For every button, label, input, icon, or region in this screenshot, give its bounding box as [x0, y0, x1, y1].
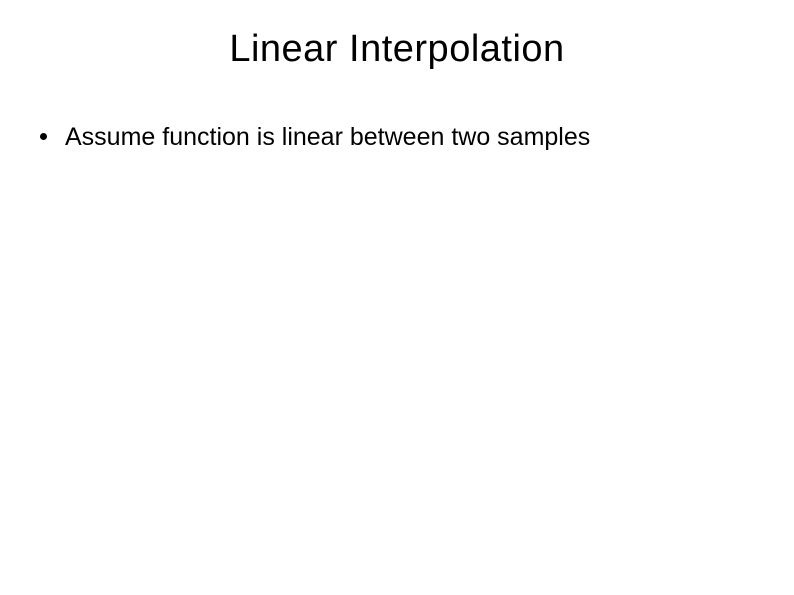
bullet-dot-icon	[40, 133, 47, 140]
slide-title: Linear Interpolation	[0, 0, 794, 71]
bullet-text: Assume function is linear between two sa…	[65, 121, 590, 154]
slide-content: Assume function is linear between two sa…	[0, 71, 794, 154]
bullet-item: Assume function is linear between two sa…	[40, 121, 754, 154]
